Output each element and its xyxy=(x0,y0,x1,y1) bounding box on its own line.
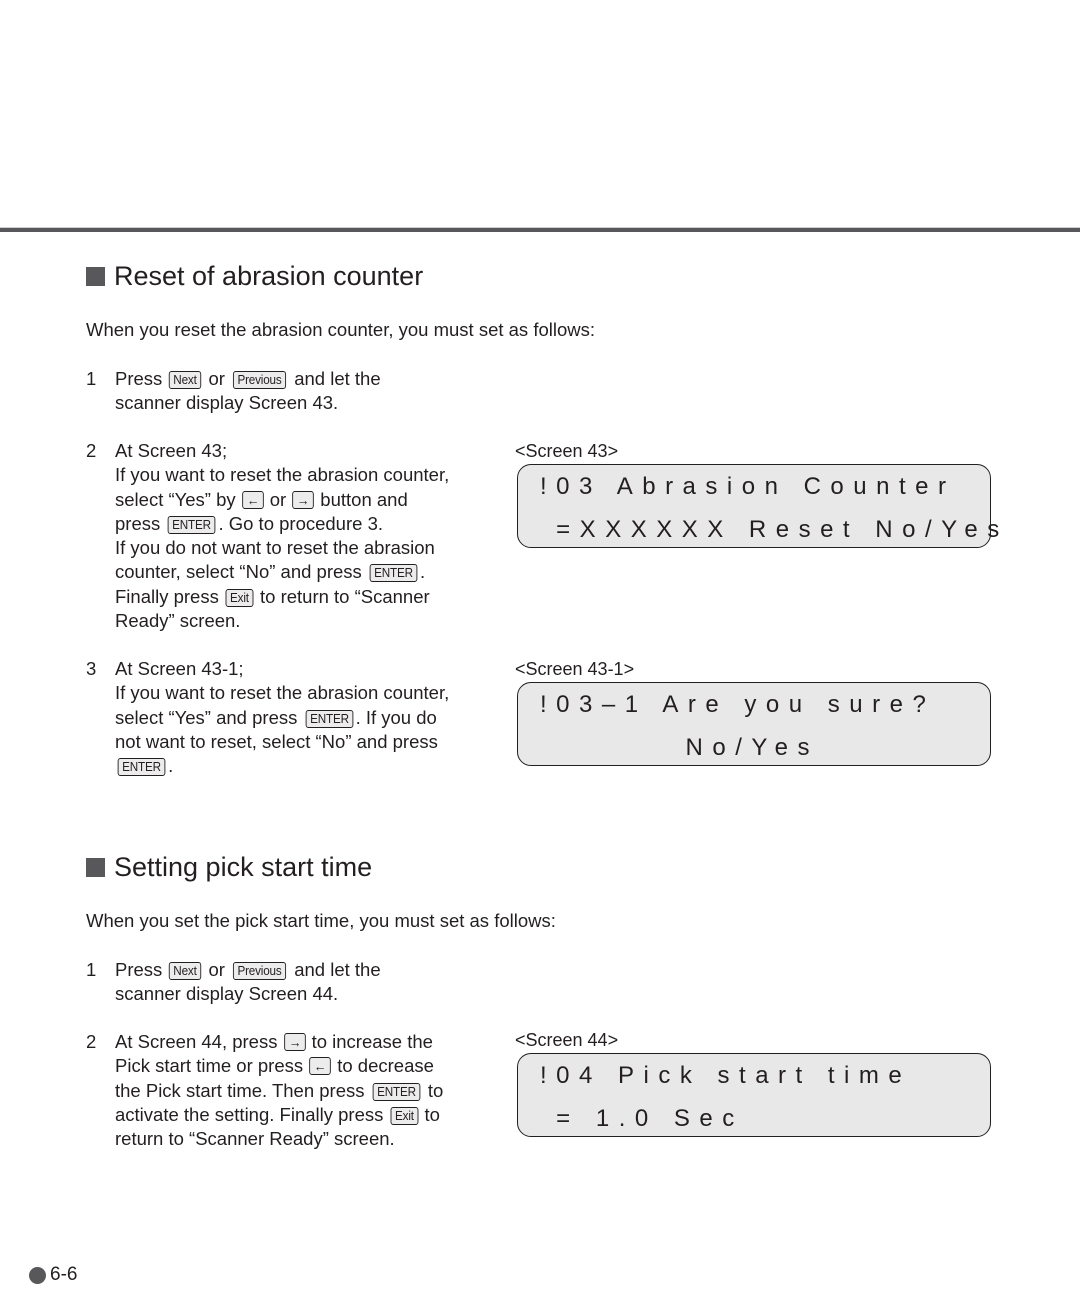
step-text: Pick start time or press xyxy=(115,1055,309,1077)
enter-key: ENTER xyxy=(369,564,418,583)
left-arrow-key-icon: ← xyxy=(309,1057,331,1076)
next-key: Next xyxy=(169,371,202,389)
step-text: select “Yes” by xyxy=(115,488,241,510)
section-title-reset-abrasion: Reset of abrasion counter xyxy=(86,260,423,292)
step-2: 2 At Screen 43; If you want to reset the… xyxy=(86,439,486,633)
step-text: . Go to procedure 3. xyxy=(218,512,383,534)
step-text: If you want to reset the abrasion counte… xyxy=(115,464,450,486)
section-intro: When you reset the abrasion counter, you… xyxy=(86,319,596,340)
step-number: 1 xyxy=(86,959,97,980)
step-text: or xyxy=(203,959,231,980)
step-number: 3 xyxy=(86,658,97,679)
lcd-line-2: No/Yes xyxy=(540,734,820,761)
step-text: Press xyxy=(115,959,168,980)
lcd-screen-43: !03 Abrasion Counter =XXXXXX Reset No/Ye… xyxy=(517,464,999,548)
step-text: Ready” screen. xyxy=(115,610,241,632)
page-bullet-icon xyxy=(29,1266,46,1284)
step-number: 2 xyxy=(86,440,97,461)
step-text: . xyxy=(420,561,426,583)
section-title-text: Reset of abrasion counter xyxy=(114,261,424,291)
lcd-line-2: =XXXXXX Reset No/Yes xyxy=(540,516,1009,543)
step-text: counter, select “No” and press xyxy=(115,561,367,583)
right-arrow-key-icon: → xyxy=(292,490,314,509)
lcd-screen-43-1: !03–1 Are you sure? No/Yes xyxy=(517,682,991,766)
lcd-line-1: !03–1 Are you sure? xyxy=(540,691,936,718)
screen-43-1-label: <Screen 43-1> xyxy=(515,659,635,679)
step-1: 1 Press Next or Previous and let the sca… xyxy=(86,958,486,1007)
step-text: scanner display Screen 44. xyxy=(115,983,339,1005)
step-text: to increase the xyxy=(306,1031,433,1052)
step-text: and let the xyxy=(289,368,381,389)
screen-43-label: <Screen 43> xyxy=(515,441,619,461)
step-text: At Screen 43; xyxy=(115,440,228,461)
step-text: not want to reset, select “No” and press xyxy=(115,730,438,752)
step-number: 2 xyxy=(86,1031,97,1052)
left-arrow-key-icon: ← xyxy=(241,490,264,509)
step-text: . xyxy=(168,755,174,777)
exit-key: Exit xyxy=(225,588,254,607)
header-rule xyxy=(0,227,1080,232)
step-text: return to “Scanner Ready” screen. xyxy=(115,1128,395,1150)
enter-key: ENTER xyxy=(305,709,353,728)
section-title-pick-start-time: Setting pick start time xyxy=(86,851,372,883)
previous-key: Previous xyxy=(233,371,287,389)
step-text: At Screen 44, press xyxy=(115,1031,283,1052)
step-2: 2 At Screen 44, press → to increase the … xyxy=(86,1030,486,1151)
step-text: Press xyxy=(115,368,168,389)
section-bullet-icon xyxy=(86,266,105,286)
step-1: 1 Press Next or Previous and let the sca… xyxy=(86,367,486,416)
step-text: and let the xyxy=(289,959,381,980)
lcd-line-1: !04 Pick start time xyxy=(540,1062,912,1089)
right-arrow-key-icon: → xyxy=(283,1033,306,1051)
enter-key: ENTER xyxy=(372,1082,421,1101)
step-text: . If you do xyxy=(355,706,437,728)
step-text: or xyxy=(203,368,231,389)
step-text: select “Yes” and press xyxy=(115,706,303,728)
section-bullet-icon xyxy=(86,857,105,877)
section-intro: When you set the pick start time, you mu… xyxy=(86,910,556,931)
step-text: If you do not want to reset the abrasion xyxy=(115,537,435,559)
step-text: At Screen 43-1; xyxy=(115,658,244,679)
step-text: If you want to reset the abrasion counte… xyxy=(115,682,450,704)
step-text: or xyxy=(264,488,292,510)
step-text: to xyxy=(422,1079,444,1101)
step-text: Finally press xyxy=(115,585,224,607)
step-text: to decrease xyxy=(332,1055,434,1077)
step-number: 1 xyxy=(86,368,97,389)
enter-key: ENTER xyxy=(168,515,216,534)
lcd-screen-44: !04 Pick start time = 1.0 Sec xyxy=(517,1053,991,1137)
step-text: activate the setting. Finally press xyxy=(115,1103,389,1125)
next-key: Next xyxy=(169,962,202,980)
step-text: the Pick start time. Then press xyxy=(115,1079,370,1101)
step-text: button and xyxy=(315,488,408,510)
lcd-line-1: !03 Abrasion Counter xyxy=(540,473,956,500)
exit-key: Exit xyxy=(390,1106,418,1125)
step-text: to return to “Scanner xyxy=(254,585,430,607)
step-text: scanner display Screen 43. xyxy=(115,392,339,414)
page-number-text: 6-6 xyxy=(50,1264,78,1285)
step-3: 3 At Screen 43-1; If you want to reset t… xyxy=(86,657,486,778)
step-text: to xyxy=(419,1103,440,1125)
section-title-text: Setting pick start time xyxy=(114,852,373,882)
page-number: 6-6 xyxy=(29,1264,77,1286)
enter-key: ENTER xyxy=(117,758,166,777)
step-text: press xyxy=(115,512,166,534)
lcd-line-2: = 1.0 Sec xyxy=(540,1105,744,1132)
previous-key: Previous xyxy=(233,962,287,980)
screen-44-label: <Screen 44> xyxy=(515,1030,619,1050)
